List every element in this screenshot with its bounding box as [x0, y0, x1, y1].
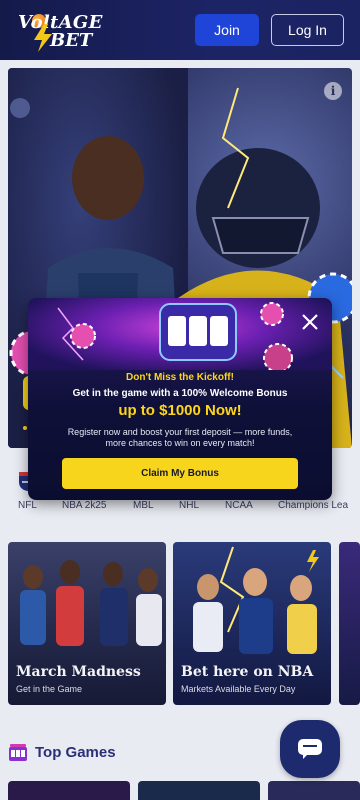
sport-label: NHL — [179, 500, 200, 511]
nba-players-image — [193, 546, 319, 654]
promo-card-march-madness[interactable]: March Madness Get in the Game — [8, 542, 166, 705]
sport-label: NCAA — [225, 500, 253, 511]
promo-subtitle: Get in the Game — [16, 684, 83, 694]
slot-machine-icon — [9, 744, 27, 761]
game-thumbnail[interactable] — [138, 781, 260, 800]
info-icon[interactable]: i — [324, 82, 342, 100]
modal-bonus-amount: up to $1000 Now! — [118, 402, 242, 419]
slot-machine-art — [57, 302, 293, 370]
chat-bubble-icon — [298, 739, 322, 759]
top-header: VoltAGE BET Join Log In — [0, 0, 360, 60]
login-button[interactable]: Log In — [271, 14, 344, 46]
promo-card-next-partial[interactable] — [339, 542, 360, 705]
promo-subtitle: Markets Available Every Day — [181, 684, 296, 694]
voltage-bet-logo[interactable]: VoltAGE BET — [14, 10, 102, 52]
promo-card-nba[interactable]: Bet here on NBA Markets Available Every … — [173, 542, 331, 705]
modal-description: Register now and boost your first deposi… — [67, 427, 293, 448]
sport-label: Champions Lea — [278, 500, 349, 511]
promo-title: March Madness — [16, 664, 141, 680]
modal-banner-image — [28, 298, 332, 370]
modal-headline: Get in the game with a 100% Welcome Bonu… — [72, 388, 288, 399]
claim-bonus-button[interactable]: Claim My Bonus — [62, 458, 298, 489]
sport-label: NBA 2k25 — [62, 500, 107, 511]
close-icon[interactable] — [300, 312, 320, 332]
welcome-bonus-modal: Don't Miss the Kickoff! Get in the game … — [28, 298, 332, 500]
top-games-title: Top Games — [35, 744, 116, 761]
sport-label: NFL — [18, 500, 37, 511]
game-thumbnail[interactable] — [268, 781, 360, 800]
game-thumbnail[interactable] — [8, 781, 130, 800]
chat-button[interactable] — [280, 720, 340, 778]
basketball-team-image — [20, 560, 162, 646]
carousel-dot[interactable] — [23, 426, 27, 430]
modal-kicker: Don't Miss the Kickoff! — [126, 372, 234, 383]
promo-title: Bet here on NBA — [181, 664, 314, 680]
join-button[interactable]: Join — [195, 14, 259, 46]
logo-text-bet: BET — [50, 30, 93, 51]
sport-label: MBL — [133, 500, 154, 511]
